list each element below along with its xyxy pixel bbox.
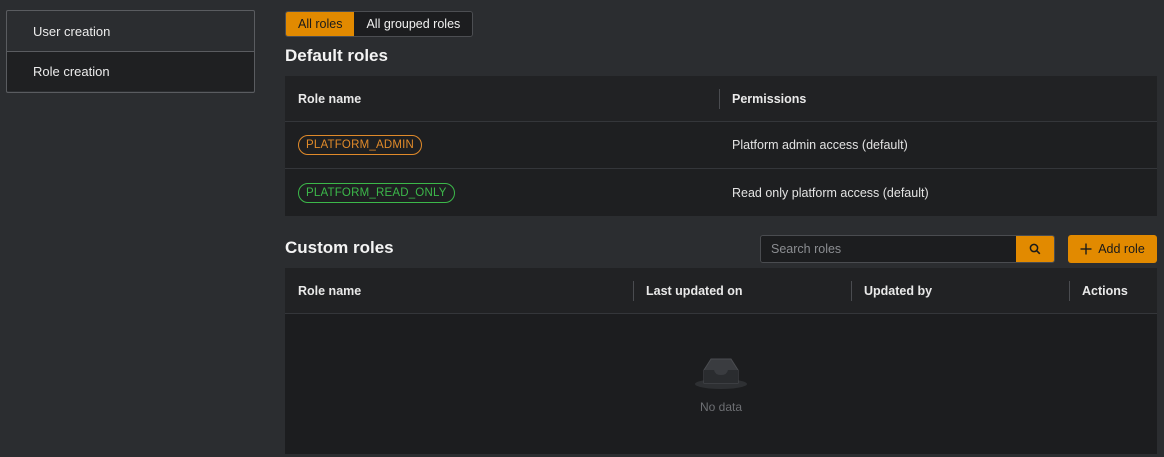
permission-text: Read only platform access (default) [732, 185, 929, 200]
permission-text: Platform admin access (default) [732, 138, 908, 152]
default-roles-table: Role name Permissions PLATFORM_ADMIN Pla… [285, 76, 1157, 216]
default-roles-title: Default roles [285, 46, 388, 65]
main-content: All roles All grouped roles Default role… [285, 0, 1157, 457]
sidebar-item-label: Role creation [33, 64, 110, 79]
column-header-role-name: Role name [298, 91, 362, 106]
sidebar-item-role-creation[interactable]: Role creation [7, 51, 254, 91]
empty-inbox-icon [695, 358, 747, 389]
column-header-permissions: Permissions [719, 76, 1157, 121]
table-header: Role name Last updated on Updated by Act… [285, 268, 1157, 314]
search-input[interactable] [761, 236, 1016, 262]
empty-text: No data [699, 400, 743, 414]
role-tag: PLATFORM_ADMIN [298, 135, 423, 155]
add-role-label: Add role [1098, 242, 1145, 256]
table-row: PLATFORM_ADMIN Platform admin access (de… [285, 122, 1157, 169]
role-tabs: All roles All grouped roles [285, 11, 474, 37]
custom-roles-table: Role name Last updated on Updated by Act… [285, 268, 1157, 454]
column-header-last-updated: Last updated on [633, 268, 851, 313]
sidebar-item-user-creation[interactable]: User creation [7, 11, 254, 51]
add-role-button[interactable]: Add role [1068, 235, 1157, 263]
role-tag: PLATFORM_READ_ONLY [298, 182, 455, 203]
column-header-actions: Actions [1069, 268, 1157, 313]
custom-roles-title: Custom roles [285, 238, 394, 257]
table-row: PLATFORM_READ_ONLY Read only platform ac… [285, 169, 1157, 216]
empty-state: No data [285, 314, 1157, 454]
sidebar: User creation Role creation [6, 10, 255, 93]
sidebar-item-label: User creation [33, 23, 111, 39]
tab-all-roles[interactable]: All roles [286, 12, 355, 36]
column-header-role-name: Role name [298, 283, 362, 298]
table-header: Role name Permissions [285, 76, 1157, 122]
search-icon [1029, 243, 1041, 255]
plus-icon [1080, 243, 1092, 255]
search-button[interactable] [1016, 236, 1054, 262]
tab-all-grouped-roles[interactable]: All grouped roles [354, 12, 473, 36]
search-box [760, 235, 1055, 263]
role-management-page: User creation Role creation All roles Al… [0, 0, 1164, 457]
column-header-updated-by: Updated by [851, 268, 1069, 313]
